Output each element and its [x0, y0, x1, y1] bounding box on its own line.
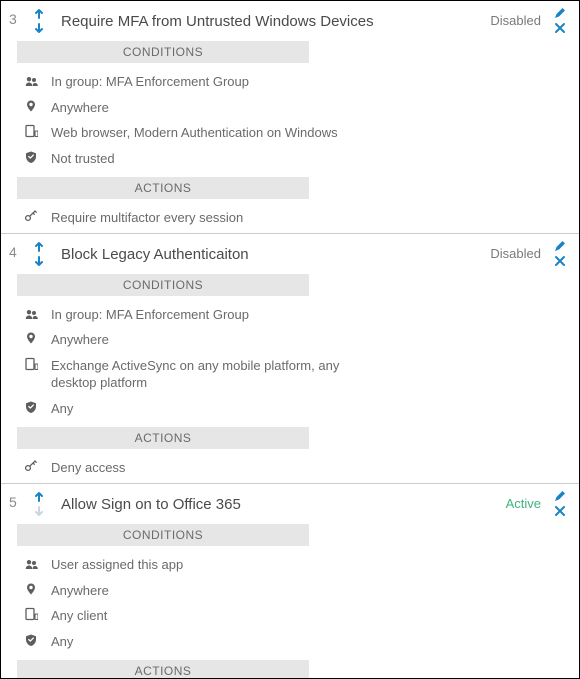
actions-header: ACTIONS — [17, 177, 309, 199]
rule-title: Allow Sign on to Office 365 — [53, 490, 498, 513]
rule-body: CONDITIONS In group: MFA Enforcement Grou… — [9, 41, 571, 231]
shield-icon — [23, 633, 39, 647]
condition-text: Not trusted — [51, 150, 347, 168]
conditions-header: CONDITIONS — [17, 524, 309, 546]
device-icon — [23, 607, 39, 621]
location-pin-icon — [23, 331, 39, 345]
condition-text: Exchange ActiveSync on any mobile platfo… — [51, 357, 347, 392]
condition-text: Any — [51, 400, 347, 418]
move-down-button[interactable] — [33, 21, 45, 33]
rule-card: 5 Allow Sign on to Office 365 Active CONDIT… — [1, 484, 579, 679]
shield-icon — [23, 400, 39, 414]
condition-text: In group: MFA Enforcement Group — [51, 306, 347, 324]
move-down-button[interactable] — [33, 254, 45, 266]
rule-number: 5 — [9, 490, 25, 510]
condition-row: Any — [17, 629, 347, 655]
condition-row: Any — [17, 396, 347, 422]
group-icon — [23, 556, 39, 570]
reorder-controls — [33, 240, 45, 266]
rule-status: Disabled — [490, 240, 541, 261]
reorder-controls — [33, 490, 45, 516]
condition-text: Anywhere — [51, 99, 347, 117]
delete-button[interactable] — [553, 504, 567, 518]
condition-row: Anywhere — [17, 578, 347, 604]
rules-list: 3 Require MFA from Untrusted Windows Devi… — [0, 0, 580, 679]
condition-row: In group: MFA Enforcement Group — [17, 69, 347, 95]
condition-row: Exchange ActiveSync on any mobile platfo… — [17, 353, 347, 396]
location-pin-icon — [23, 99, 39, 113]
key-icon — [23, 459, 39, 473]
condition-text: User assigned this app — [51, 556, 347, 574]
condition-row: Not trusted — [17, 146, 347, 172]
group-icon — [23, 306, 39, 320]
move-up-button[interactable] — [33, 490, 45, 502]
condition-text: Anywhere — [51, 582, 347, 600]
action-text: Deny access — [51, 459, 347, 477]
device-icon — [23, 357, 39, 371]
rule-action-buttons — [549, 240, 571, 268]
condition-row: In group: MFA Enforcement Group — [17, 302, 347, 328]
location-pin-icon — [23, 582, 39, 596]
condition-text: Web browser, Modern Authentication on Wi… — [51, 124, 347, 142]
edit-button[interactable] — [553, 7, 567, 19]
key-icon — [23, 209, 39, 223]
rule-number: 3 — [9, 7, 25, 27]
delete-button[interactable] — [553, 21, 567, 35]
group-icon — [23, 73, 39, 87]
edit-button[interactable] — [553, 490, 567, 502]
action-row: Require multifactor every session — [17, 205, 347, 231]
rule-card: 3 Require MFA from Untrusted Windows Devi… — [1, 1, 579, 234]
condition-text: Any — [51, 633, 347, 651]
condition-row: Web browser, Modern Authentication on Wi… — [17, 120, 347, 146]
move-up-button[interactable] — [33, 7, 45, 19]
rule-action-buttons — [549, 490, 571, 518]
rule-action-buttons — [549, 7, 571, 35]
rule-header: 4 Block Legacy Authenticaiton Disabled — [9, 240, 571, 268]
action-row: Deny access — [17, 455, 347, 481]
rule-status: Active — [506, 490, 541, 511]
condition-text: Any client — [51, 607, 347, 625]
condition-row: Anywhere — [17, 327, 347, 353]
device-icon — [23, 124, 39, 138]
move-down-button — [33, 504, 45, 516]
action-text: Require multifactor every session — [51, 209, 347, 227]
condition-row: Any client — [17, 603, 347, 629]
rule-number: 4 — [9, 240, 25, 260]
actions-header: ACTIONS — [17, 660, 309, 679]
condition-row: User assigned this app — [17, 552, 347, 578]
move-up-button[interactable] — [33, 240, 45, 252]
shield-icon — [23, 150, 39, 164]
conditions-header: CONDITIONS — [17, 41, 309, 63]
rule-status: Disabled — [490, 7, 541, 28]
condition-text: Anywhere — [51, 331, 347, 349]
rule-header: 5 Allow Sign on to Office 365 Active — [9, 490, 571, 518]
edit-button[interactable] — [553, 240, 567, 252]
rule-title: Block Legacy Authenticaiton — [53, 240, 482, 263]
condition-row: Anywhere — [17, 95, 347, 121]
rule-header: 3 Require MFA from Untrusted Windows Devi… — [9, 7, 571, 35]
actions-header: ACTIONS — [17, 427, 309, 449]
rule-title: Require MFA from Untrusted Windows Devic… — [53, 7, 482, 30]
rule-card: 4 Block Legacy Authenticaiton Disabled COND… — [1, 234, 579, 484]
conditions-header: CONDITIONS — [17, 274, 309, 296]
rule-body: CONDITIONS In group: MFA Enforcement Grou… — [9, 274, 571, 481]
condition-text: In group: MFA Enforcement Group — [51, 73, 347, 91]
reorder-controls — [33, 7, 45, 33]
delete-button[interactable] — [553, 254, 567, 268]
rule-body: CONDITIONS User assigned this app Anywhere… — [9, 524, 571, 679]
